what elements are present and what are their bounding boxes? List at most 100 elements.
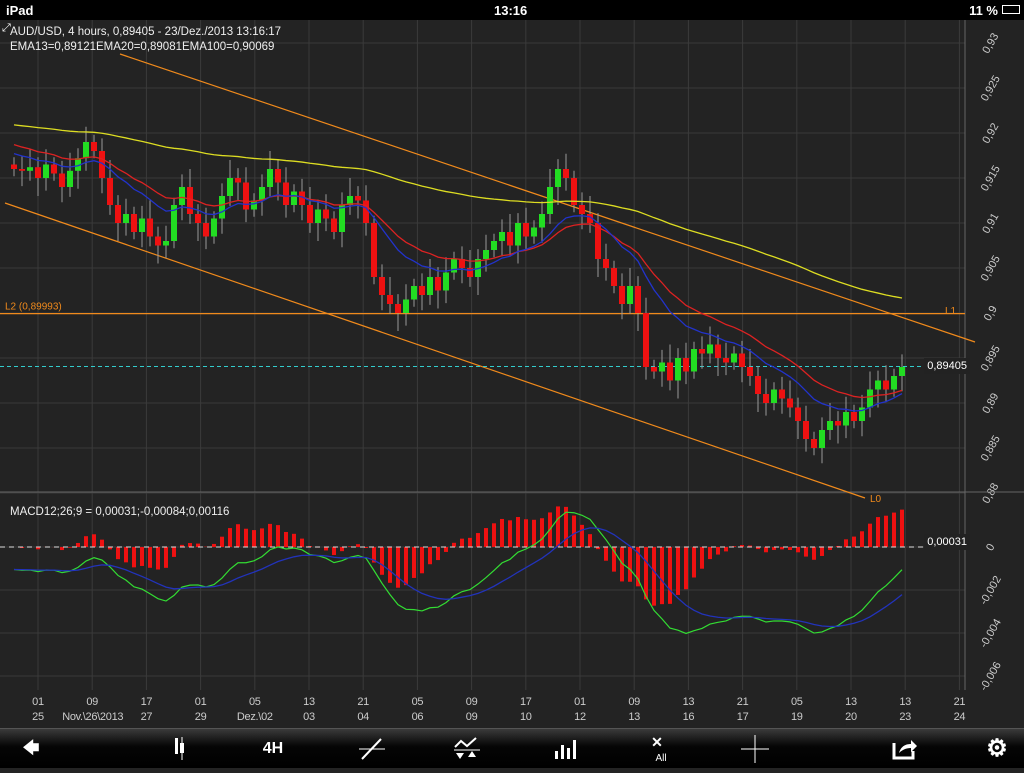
- macd-histogram-bar: [476, 533, 480, 547]
- current-price-label: 0,89405: [924, 358, 970, 374]
- price-tick: 0,885: [979, 434, 1003, 464]
- time-tick-label: Nov.\26\2013: [62, 711, 122, 723]
- macd-histogram-bar: [404, 547, 408, 585]
- candle: [531, 228, 537, 237]
- candle: [659, 363, 665, 372]
- macd-histogram-bar: [900, 510, 904, 547]
- time-tick-label: 13: [279, 696, 339, 708]
- macd-histogram-bar: [92, 534, 96, 547]
- macd-histogram-bar: [148, 547, 152, 568]
- candle: [147, 219, 153, 237]
- macd-histogram-bar: [220, 537, 224, 547]
- candle: [43, 165, 49, 179]
- macd-histogram-bar: [244, 529, 248, 547]
- candle: [499, 232, 505, 241]
- l1-label: L1: [945, 306, 957, 317]
- candle: [307, 205, 313, 223]
- candle-type-icon[interactable]: [162, 735, 196, 763]
- candle: [563, 169, 569, 178]
- current-macd-label: 0,00031: [924, 534, 970, 550]
- time-tick-label: 16: [658, 711, 718, 723]
- macd-histogram-bar: [236, 524, 240, 547]
- candle: [243, 183, 249, 210]
- candle: [875, 381, 881, 390]
- l0-label: L0: [870, 494, 882, 505]
- macd-histogram-bar: [412, 547, 416, 578]
- close-icon: ✕: [651, 734, 663, 750]
- candle: [507, 232, 513, 246]
- settings-gear-icon[interactable]: ⚙: [980, 735, 1014, 763]
- candle: [523, 223, 529, 237]
- macd-histogram-bar: [156, 547, 160, 569]
- candle: [395, 304, 401, 313]
- time-tick-label: 27: [116, 711, 176, 723]
- back-arrow-icon[interactable]: 🡄: [14, 735, 48, 763]
- price-tick: 0,91: [980, 211, 1001, 236]
- macd-histogram-bar: [172, 547, 176, 557]
- volume-bars-icon[interactable]: [548, 735, 582, 763]
- price-tick: 0,93: [980, 31, 1001, 56]
- crosshair-icon[interactable]: [738, 735, 772, 763]
- candle: [771, 390, 777, 404]
- time-tick-label: 13: [658, 696, 718, 708]
- candle: [691, 349, 697, 372]
- time-tick-label: 05: [225, 696, 285, 708]
- candle: [27, 167, 33, 171]
- price-chart[interactable]: 0,930,9250,920,9150,910,9050,90,8950,890…: [0, 20, 1024, 690]
- candle: [851, 412, 857, 421]
- trendline-icon[interactable]: [355, 735, 389, 763]
- price-tick: 0,92: [980, 121, 1001, 146]
- macd-tick: -0,004: [978, 617, 1004, 650]
- candle: [787, 399, 793, 408]
- price-tick: 0,89: [980, 391, 1001, 416]
- macd-histogram-bar: [796, 547, 800, 552]
- candle: [371, 223, 377, 277]
- candle: [899, 367, 905, 376]
- candle: [883, 381, 889, 390]
- battery-level: 11 %: [969, 3, 998, 18]
- macd-histogram-bar: [644, 547, 648, 599]
- candle: [107, 178, 113, 205]
- macd-histogram-bar: [580, 525, 584, 547]
- chart-title: AUD/USD, 4 hours, 0,89405 - 23/Dez./2013…: [10, 26, 281, 38]
- period-button[interactable]: 4H: [256, 735, 290, 763]
- macd-histogram-bar: [460, 539, 464, 547]
- candle: [115, 205, 121, 223]
- macd-histogram-bar: [332, 547, 336, 555]
- macd-histogram-bar: [892, 513, 896, 547]
- candle: [491, 241, 497, 250]
- candle: [363, 201, 369, 224]
- candle: [675, 358, 681, 381]
- channel-lower-line: [5, 203, 865, 498]
- time-tick-label: 17: [496, 696, 556, 708]
- macd-histogram-bar: [524, 519, 528, 547]
- macd-histogram-bar: [676, 547, 680, 595]
- candle: [411, 286, 417, 300]
- macd-histogram-bar: [652, 547, 656, 606]
- candle: [795, 408, 801, 422]
- clear-all-button[interactable]: ✕All: [640, 735, 674, 763]
- candle: [227, 178, 233, 196]
- macd-histogram-bar: [484, 528, 488, 547]
- macd-histogram-bar: [68, 547, 72, 548]
- candle: [707, 345, 713, 354]
- macd-histogram-bar: [628, 547, 632, 582]
- macd-histogram-bar: [604, 547, 608, 561]
- time-tick-label: 17: [116, 696, 176, 708]
- candle: [547, 187, 553, 214]
- candle: [179, 187, 185, 205]
- share-icon[interactable]: [887, 735, 921, 763]
- time-tick-label: 24: [929, 711, 989, 723]
- macd-histogram-bar: [492, 523, 496, 547]
- candle: [131, 214, 137, 232]
- macd-histogram-bar: [212, 544, 216, 547]
- candle: [387, 295, 393, 304]
- time-tick-label: 20: [821, 711, 881, 723]
- macd-histogram-bar: [708, 547, 712, 559]
- candle: [651, 367, 657, 372]
- macd-histogram-bar: [868, 524, 872, 547]
- candle: [315, 210, 321, 224]
- indicators-icon[interactable]: [450, 735, 484, 763]
- macd-histogram-bar: [692, 547, 696, 578]
- macd-histogram-bar: [340, 547, 344, 551]
